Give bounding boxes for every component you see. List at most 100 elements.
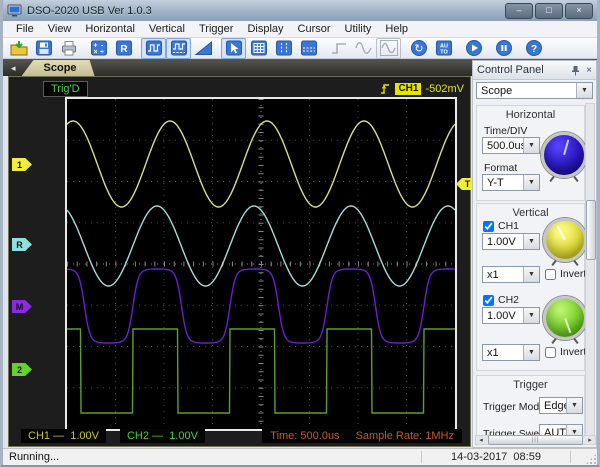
step-signal-icon[interactable] xyxy=(326,38,351,59)
title-bar: DSO-2020 USB Ver 1.0.3 – □ × xyxy=(3,0,597,22)
control-panel: Control Panel × Scope ▼ Horizontal Time/D… xyxy=(472,60,597,448)
time-readout: Time: 500.0us xyxy=(270,430,340,442)
menu-view[interactable]: View xyxy=(41,22,79,36)
tab-scroll-left-icon[interactable]: ◂ xyxy=(11,63,16,74)
panel-vertical-scrollbar[interactable] xyxy=(585,103,596,436)
channel-marker-m[interactable]: M xyxy=(12,300,32,313)
vertical-cursors-icon[interactable] xyxy=(271,38,296,59)
channel-marker-1[interactable]: 1 xyxy=(12,158,32,171)
menu-help[interactable]: Help xyxy=(378,22,415,36)
svg-text:÷: ÷ xyxy=(100,49,104,56)
scroll-left-icon[interactable]: ◂ xyxy=(476,436,486,444)
vertical-group: Vertical CH1 1.00V ▼ x1 ▼ Invert CH2 1.00V… xyxy=(476,203,587,371)
scope-panel: Trig'D CH1 -502mV 1RM2T CH1 — 1.00V CH2 … xyxy=(8,76,474,447)
menu-trigger[interactable]: Trigger xyxy=(192,22,240,36)
reference-waveform-icon[interactable]: R xyxy=(111,38,136,59)
tab-scope[interactable]: Scope xyxy=(22,60,95,76)
ch2-mult-dropdown[interactable]: x1 ▼ xyxy=(482,344,540,361)
ch2-scale-dropdown[interactable]: 1.00V ▼ xyxy=(482,307,540,324)
ch1-invert-checkbox[interactable]: Invert xyxy=(545,268,586,280)
scrollbar-thumb[interactable]: ||| xyxy=(488,435,583,445)
ch1-sine-trace xyxy=(67,120,455,208)
menu-display[interactable]: Display xyxy=(240,22,290,36)
scroll-right-icon[interactable]: ▸ xyxy=(585,436,595,444)
horizontal-position-knob[interactable] xyxy=(541,132,587,178)
save-icon[interactable] xyxy=(31,38,56,59)
chevron-down-icon: ▼ xyxy=(566,398,582,413)
trigger-channel-badge: CH1 xyxy=(395,82,422,95)
ch1-position-knob[interactable] xyxy=(543,218,587,262)
control-panel-title: Control Panel xyxy=(477,64,544,76)
pin-icon[interactable] xyxy=(571,65,580,76)
close-button[interactable]: × xyxy=(565,2,593,19)
vertical-group-title: Vertical xyxy=(512,207,549,219)
horizontal-group: Horizontal Time/DIV 500.0us ▼ Format Y-T ▼ xyxy=(476,105,587,201)
help-icon[interactable]: ? xyxy=(521,38,546,59)
chevron-down-icon: ▼ xyxy=(523,308,539,323)
waveform-measure-icon[interactable] xyxy=(166,37,191,59)
svg-text:↻: ↻ xyxy=(414,43,423,55)
trigger-readout: CH1 -502mV xyxy=(380,82,464,95)
menu-horizontal[interactable]: Horizontal xyxy=(78,22,142,36)
resize-grip[interactable] xyxy=(586,454,596,464)
ch1-scale-dropdown[interactable]: 1.00V ▼ xyxy=(482,233,540,250)
scope-readout-bar: CH1 — 1.00V CH2 — 1.00V Time: 500.0us Sa… xyxy=(9,428,470,444)
ref-sine-trace xyxy=(67,205,455,287)
minimize-button[interactable]: – xyxy=(505,2,533,19)
status-text: Running... xyxy=(9,451,60,463)
chevron-down-icon: ▼ xyxy=(523,345,539,360)
persistence-icon[interactable] xyxy=(191,38,216,59)
ch2-readout: CH2 — 1.00V xyxy=(119,429,205,443)
svg-text:?: ? xyxy=(530,44,536,55)
ch1-mult-dropdown[interactable]: x1 ▼ xyxy=(482,266,540,283)
format-dropdown[interactable]: Y-T ▼ xyxy=(482,174,540,191)
app-window: DSO-2020 USB Ver 1.0.3 – □ × File View Hor… xyxy=(0,0,600,467)
chevron-down-icon: ▼ xyxy=(523,267,539,282)
ch2-square-trace xyxy=(67,328,455,414)
trigger-group-title: Trigger xyxy=(513,379,548,391)
format-label: Format xyxy=(484,162,518,174)
ch1-enable-checkbox[interactable]: CH1 xyxy=(483,220,519,232)
pause-icon[interactable] xyxy=(491,38,516,59)
svg-text:×: × xyxy=(93,49,97,56)
waveform-display xyxy=(65,97,457,431)
maximize-button[interactable]: □ xyxy=(535,2,563,19)
timediv-label: Time/DIV xyxy=(484,125,528,137)
channel-marker-r[interactable]: R xyxy=(12,238,32,251)
ch2-invert-checkbox[interactable]: Invert xyxy=(545,346,586,358)
sine-boxed-icon[interactable] xyxy=(376,37,401,59)
grid-icon[interactable] xyxy=(246,38,271,59)
panel-horizontal-scrollbar[interactable]: ◂ ||| ▸ xyxy=(475,435,596,445)
math-functions-icon[interactable]: + - × ÷ xyxy=(86,38,111,59)
sine-signal-icon[interactable] xyxy=(351,38,376,59)
menu-file[interactable]: File xyxy=(9,22,41,36)
trigger-mode-dropdown[interactable]: Edge▼ xyxy=(539,397,583,414)
chevron-down-icon: ▼ xyxy=(523,175,539,190)
run-icon[interactable] xyxy=(461,38,486,59)
channel-marker-2[interactable]: 2 xyxy=(12,363,32,376)
open-icon[interactable] xyxy=(6,38,31,59)
ch1-readout: CH1 — 1.00V xyxy=(21,429,106,443)
panel-close-icon[interactable]: × xyxy=(586,65,592,76)
trigger-mode-label: Trigger Mode xyxy=(483,401,546,413)
menu-cursor[interactable]: Cursor xyxy=(291,22,338,36)
menu-vertical[interactable]: Vertical xyxy=(142,22,192,36)
status-datetime: 14-03-2017 08:59 xyxy=(421,451,571,463)
control-panel-body: Horizontal Time/DIV 500.0us ▼ Format Y-T ▼… xyxy=(475,103,596,436)
ch2-enable-checkbox[interactable]: CH2 xyxy=(483,294,519,306)
horizontal-cursors-icon[interactable] xyxy=(296,38,321,59)
square-wave-display-icon[interactable] xyxy=(141,37,166,59)
select-cursor-icon[interactable] xyxy=(221,37,246,59)
auto-setup-icon[interactable]: AU TO xyxy=(431,38,456,59)
print-icon[interactable] xyxy=(56,38,81,59)
svg-text:TO: TO xyxy=(440,50,448,56)
app-icon xyxy=(7,4,22,17)
edge-trigger-icon xyxy=(381,84,390,94)
menu-utility[interactable]: Utility xyxy=(338,22,379,36)
refresh-icon[interactable]: ↻ xyxy=(406,38,431,59)
timediv-dropdown[interactable]: 500.0us ▼ xyxy=(482,137,540,154)
trigger-group: Trigger Trigger Mode Edge▼ Trigger Sweep… xyxy=(476,375,585,436)
sample-rate-readout: Sample Rate: 1MHz xyxy=(355,430,454,442)
panel-selector-dropdown[interactable]: Scope ▼ xyxy=(476,82,593,99)
ch2-position-knob[interactable] xyxy=(543,296,587,340)
